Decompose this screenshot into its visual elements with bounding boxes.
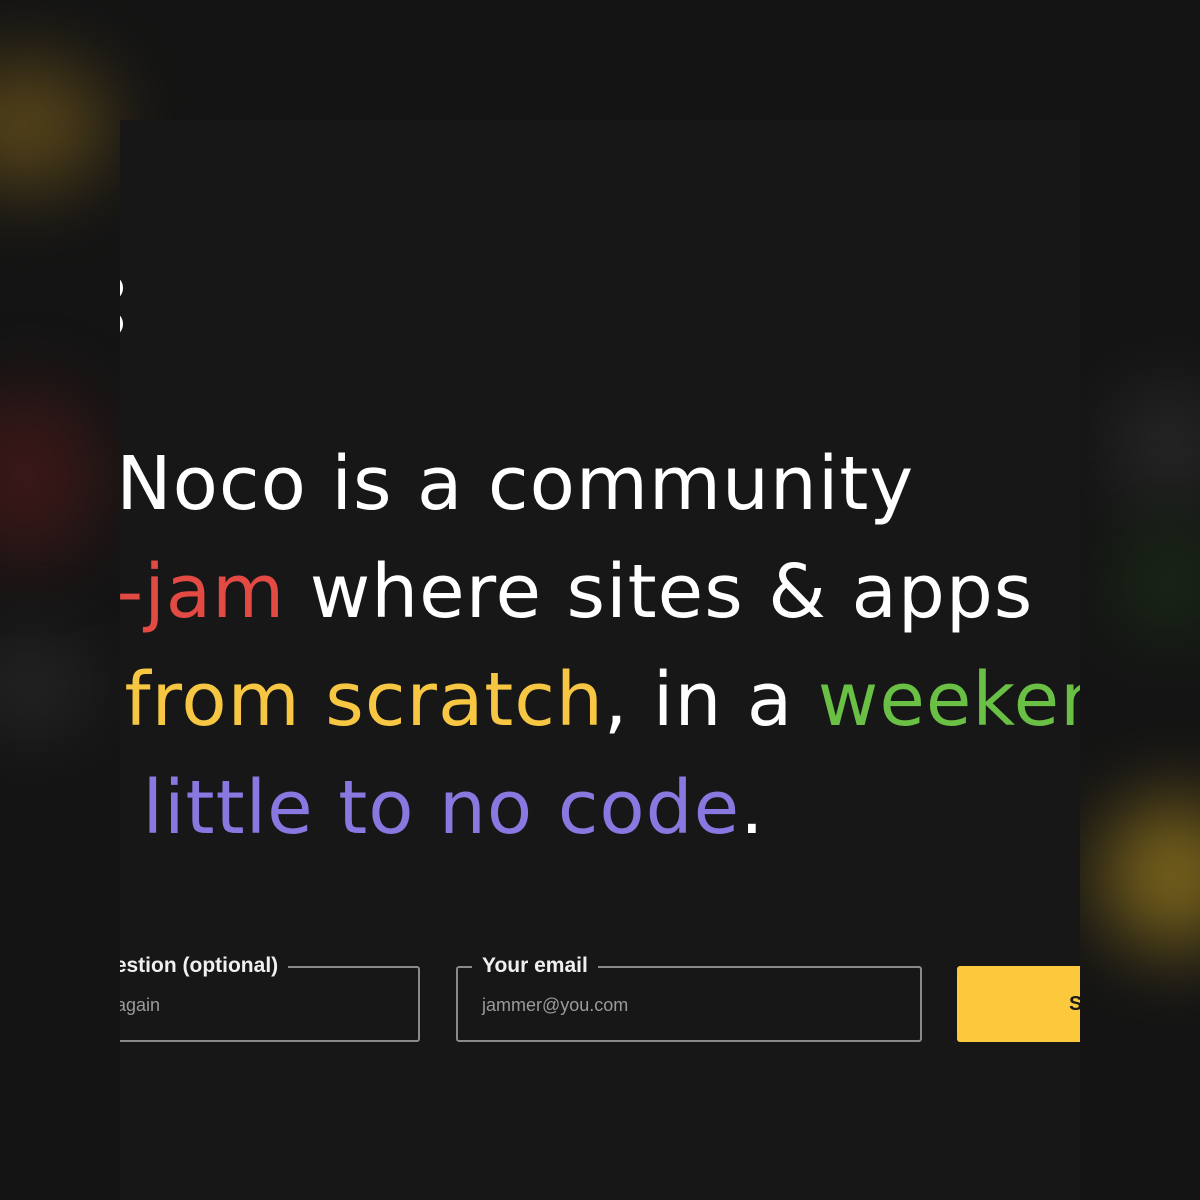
headline-text: where sites & apps	[285, 549, 1034, 635]
background-glow-right-green	[1110, 520, 1200, 640]
highlight-weekend: weekend	[817, 657, 1080, 743]
email-field-label: Your email	[472, 953, 598, 979]
highlight-little-to-no-code: little to no code	[142, 765, 741, 851]
background-glow-left-gray	[0, 640, 90, 730]
headline-line-2: e-jam where sites & apps	[120, 538, 1080, 646]
highlight-jam: e-jam	[120, 549, 286, 635]
question-field[interactable]: uestion (optional) again	[120, 953, 420, 1042]
headline-line-3: t from scratch, in a weekend	[120, 646, 1080, 754]
landing-card: oNoco is a community e-jam where sites &…	[120, 120, 1080, 1200]
headline-text: h	[120, 765, 142, 851]
headline-text: , in a	[603, 657, 818, 743]
background-glow-right-gray	[1110, 390, 1200, 500]
email-field-placeholder[interactable]: jammer@you.com	[482, 994, 628, 1016]
background-glow-right-yellow	[1100, 800, 1200, 950]
highlight-from-scratch: from scratch	[124, 657, 604, 743]
headline-line-4: h little to no code.	[120, 754, 1080, 862]
headline-text: oNoco is a community	[120, 441, 915, 527]
hero-headline: oNoco is a community e-jam where sites &…	[120, 430, 1080, 862]
background-glow-left-red	[0, 390, 100, 560]
email-field[interactable]: Your email jammer@you.com	[456, 953, 922, 1042]
screenshot-frame: oNoco is a community e-jam where sites &…	[0, 0, 1200, 1200]
background-glow-left-yellow	[0, 60, 110, 190]
headline-line-1: oNoco is a community	[120, 430, 1080, 538]
headline-text: .	[740, 765, 765, 851]
sign-up-button[interactable]: Sign up	[957, 966, 1080, 1042]
brand-logo-icon[interactable]	[120, 272, 140, 342]
question-field-value[interactable]: again	[120, 994, 160, 1016]
question-field-label: uestion (optional)	[120, 953, 289, 979]
